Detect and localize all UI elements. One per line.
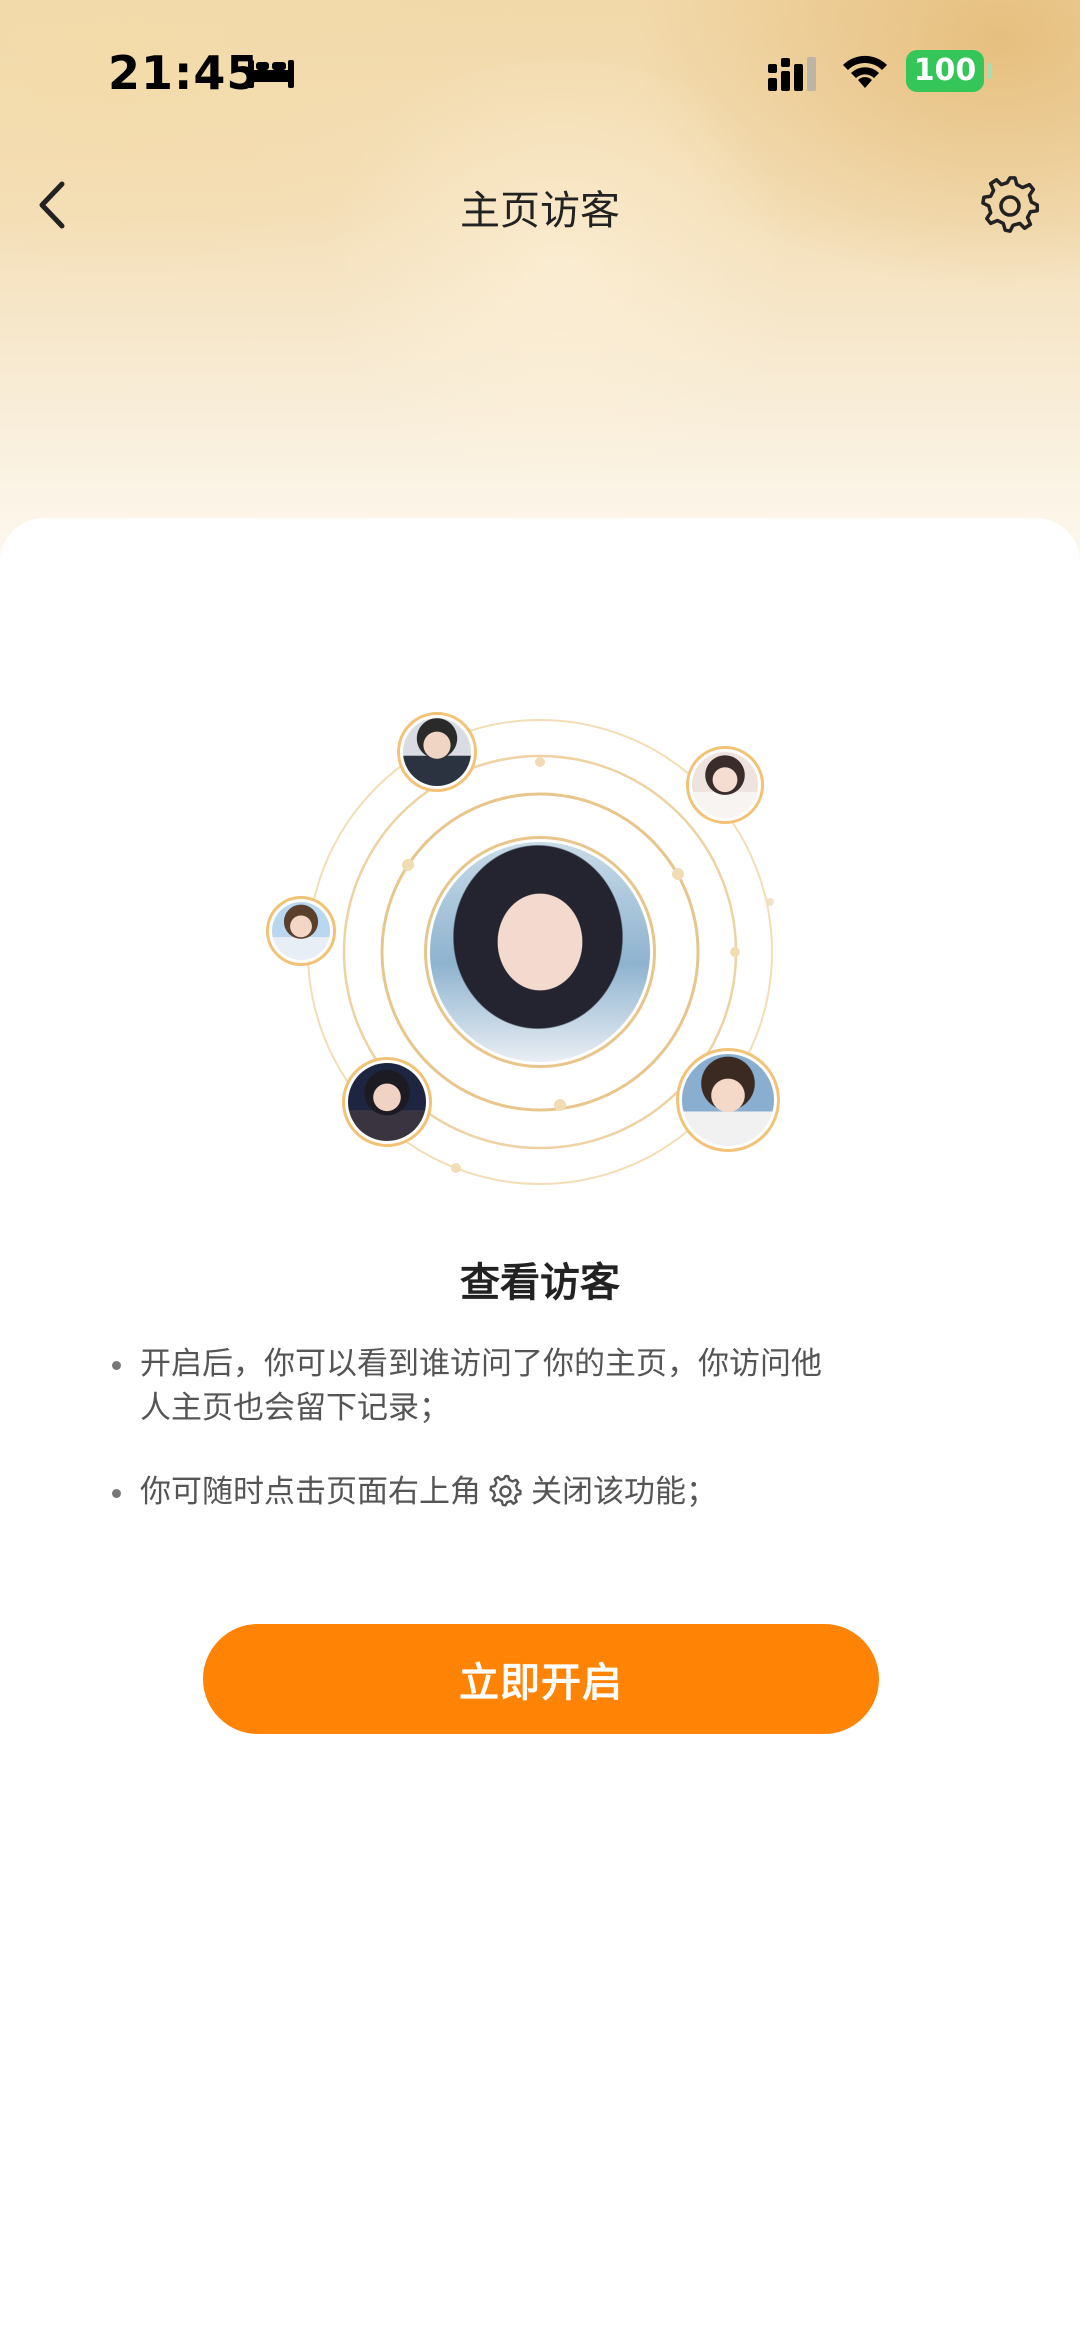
status-bar: 21:45 100: [0, 0, 1080, 150]
bed-icon: [248, 60, 294, 88]
main-user-avatar: [424, 836, 656, 1068]
settings-button[interactable]: [980, 174, 1042, 236]
feature-heading: 查看访客: [460, 1260, 620, 1306]
feature-description: 开启后，你可以看到谁访问了你的主页，你访问他人主页也会留下记录； 你可随时点击页…: [112, 1342, 832, 1554]
visitor-avatar-3[interactable]: [266, 896, 336, 966]
visitor-avatar-2[interactable]: [686, 746, 764, 824]
visitor-avatar-1[interactable]: [397, 712, 477, 792]
battery-level: 100: [913, 53, 977, 88]
nav-bar: 主页访客: [0, 150, 1080, 260]
visitor-avatar-4[interactable]: [342, 1057, 432, 1147]
visitor-orbit-illustration: [240, 690, 840, 1220]
status-time: 21:45: [108, 46, 260, 100]
bullet-text-2-after: 关闭该功能；: [531, 1474, 717, 1510]
gear-icon: [489, 1474, 522, 1507]
bullet-text-1: 开启后，你可以看到谁访问了你的主页，你访问他人主页也会留下记录；: [140, 1346, 822, 1426]
enable-now-button[interactable]: 立即开启: [203, 1624, 879, 1734]
visitor-avatar-5[interactable]: [676, 1048, 780, 1152]
battery-icon: 100: [906, 50, 992, 92]
page-title: 主页访客: [460, 188, 620, 234]
signal-icon: [768, 57, 816, 91]
bullet-item-1: 开启后，你可以看到谁访问了你的主页，你访问他人主页也会留下记录；: [112, 1342, 832, 1430]
bullet-item-2: 你可随时点击页面右上角 关闭该功能；: [112, 1470, 832, 1514]
bullet-text-2-before: 你可随时点击页面右上角: [140, 1474, 481, 1510]
wifi-icon: [843, 55, 887, 88]
gear-icon: [981, 176, 1039, 233]
